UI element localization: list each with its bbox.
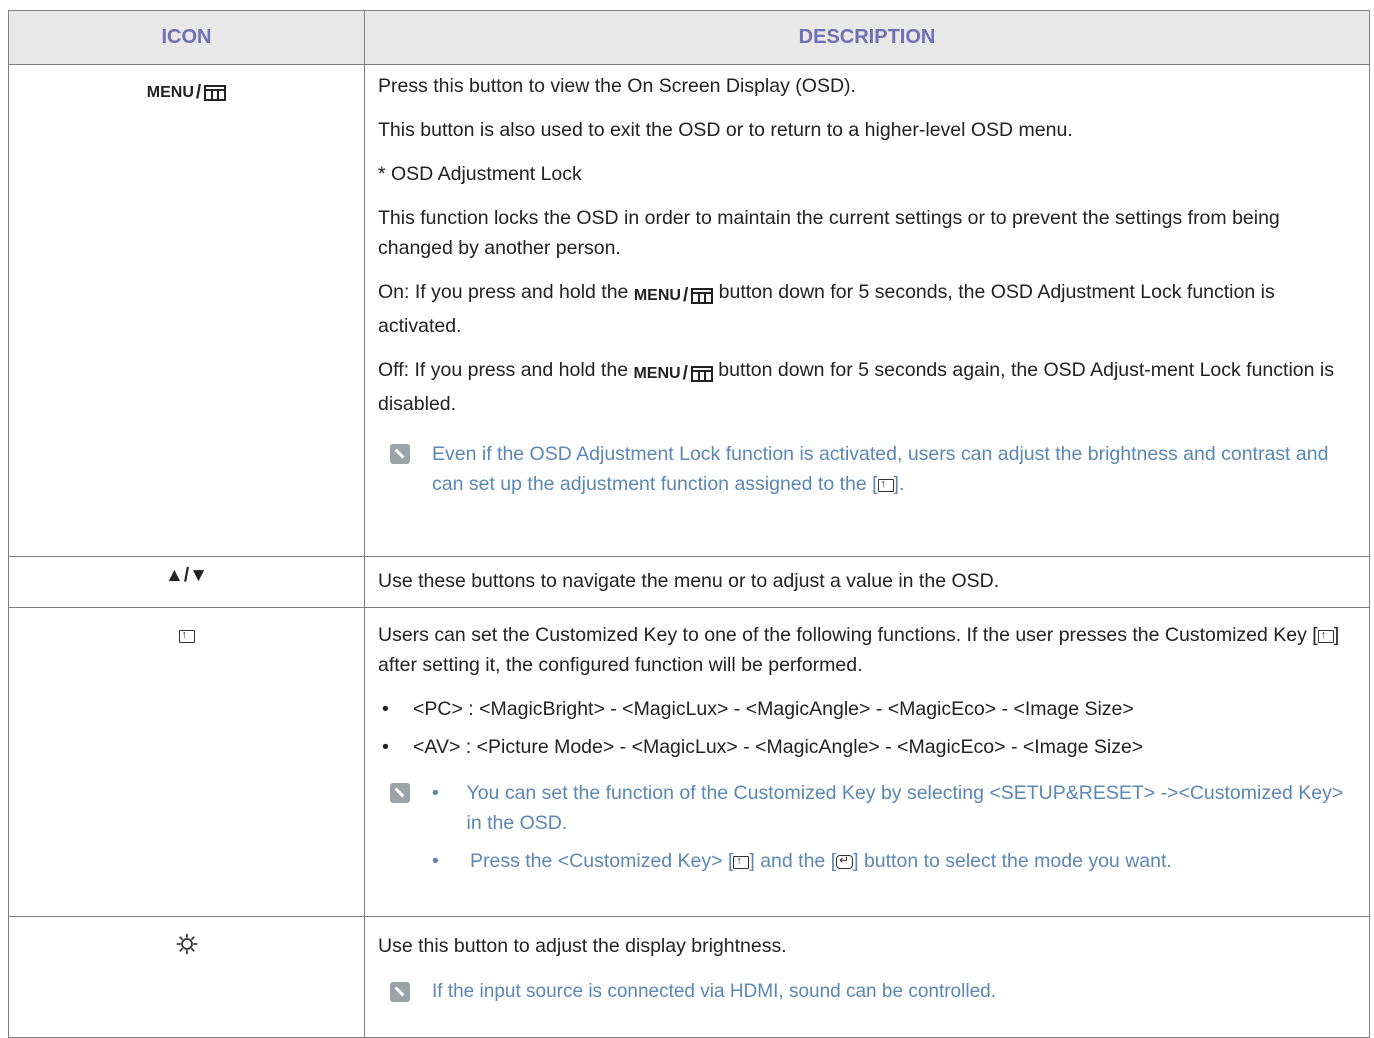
header-icon: ICON [8, 10, 365, 65]
table-row-customized-key: Users can set the Customized Key to one … [8, 607, 1370, 917]
note-list-item: • You can set the function of the Custom… [432, 782, 1344, 834]
menu-note: Even if the OSD Adjustment Lock function… [378, 439, 1359, 499]
customized-key-icon [178, 627, 195, 643]
brightness-text: Use this button to adjust the display br… [378, 935, 787, 957]
list-item: • <PC> : <MagicBright> - <MagicLux> - <M… [382, 698, 1134, 720]
note-pencil-icon [390, 783, 410, 803]
description-cell-menu: Press this button to view the On Screen … [364, 64, 1370, 557]
menu-icon: MENU / [147, 82, 227, 104]
table-row-brightness: Use this button to adjust the display br… [8, 916, 1370, 1038]
sun-icon [176, 933, 197, 955]
note-list-item: • Press the <Customized Key> [] and the … [432, 846, 1359, 876]
table-row-updown: ▲/▼ Use these buttons to navigate the me… [8, 556, 1370, 608]
brightness-note: If the input source is connected via HDM… [378, 977, 1359, 1007]
icon-cell-menu: MENU / [8, 64, 365, 557]
osd-button-table: ICON DESCRIPTION MENU / Press this button… [8, 10, 1370, 1038]
menu-paragraph-off: Off: If you press and hold the MENU / but… [378, 359, 1334, 415]
description-cell-brightness: Use this button to adjust the display br… [364, 916, 1370, 1038]
menu-paragraph-2: This button is also used to exit the OSD… [378, 119, 1073, 141]
icon-cell-updown: ▲/▼ [8, 556, 365, 608]
menu-paragraph-4: This function locks the OSD in order to … [378, 207, 1280, 259]
custom-intro: Users can set the Customized Key to one … [378, 620, 1359, 680]
icon-cell-brightness [8, 916, 365, 1038]
icon-cell-custom [8, 607, 365, 917]
description-cell-custom: Users can set the Customized Key to one … [364, 607, 1370, 917]
menu-icon: MENU / [633, 359, 713, 389]
menu-paragraph-3: * OSD Adjustment Lock [378, 163, 582, 185]
custom-note: • You can set the function of the Custom… [378, 778, 1359, 884]
customized-key-icon [877, 476, 894, 492]
up-down-arrows-icon: ▲/▼ [165, 565, 208, 586]
description-cell-updown: Use these buttons to navigate the menu o… [364, 556, 1370, 608]
customized-key-icon [733, 853, 750, 869]
updown-text: Use these buttons to navigate the menu o… [378, 570, 1000, 592]
customized-key-icon [1317, 627, 1334, 643]
note-pencil-icon [390, 444, 410, 464]
menu-paragraph-on: On: If you press and hold the MENU / butt… [378, 281, 1275, 337]
list-item: • <AV> : <Picture Mode> - <MagicLux> - <… [382, 736, 1144, 758]
menu-icon: MENU / [634, 281, 714, 311]
header-description: DESCRIPTION [364, 10, 1370, 65]
table-row-menu: MENU / Press this button to view the On S… [8, 64, 1370, 557]
table-header-row: ICON DESCRIPTION [8, 10, 1370, 65]
enter-icon [836, 851, 854, 869]
menu-paragraph-1: Press this button to view the On Screen … [378, 75, 856, 97]
note-pencil-icon [390, 982, 410, 1002]
